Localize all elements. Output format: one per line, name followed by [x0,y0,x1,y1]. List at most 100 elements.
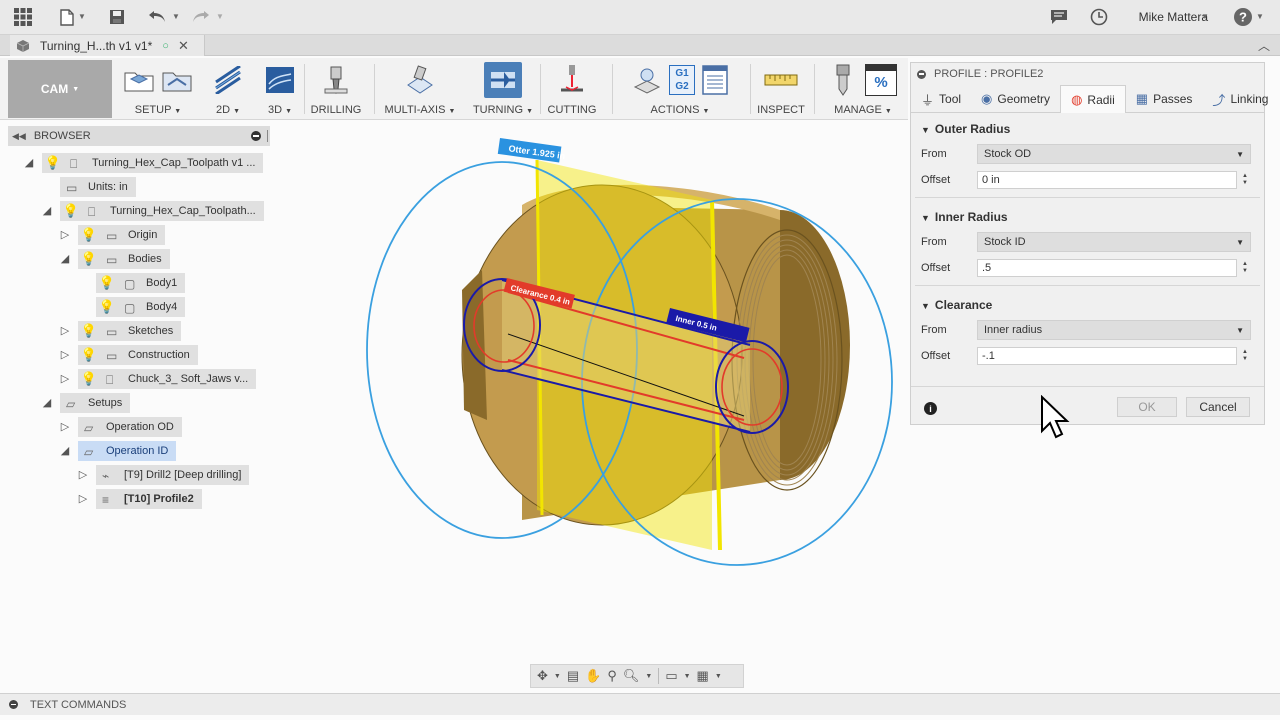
collapse-triangle-icon[interactable]: ◢ [59,252,71,265]
clearance-from-select[interactable]: Inner radius ▼ [977,320,1251,340]
tree-item-chuck[interactable]: 💡 ⎕ Chuck_3_ Soft_Jaws v... [78,369,257,389]
ok-button[interactable]: OK [1117,397,1177,417]
file-icon[interactable] [56,7,78,27]
display-settings-icon[interactable]: ▭ [665,668,677,684]
fit-zoom-icon[interactable]: 🔍︎ [623,668,640,684]
expand-triangle-icon[interactable]: ▷ [59,228,71,241]
zoom-icon[interactable]: ⚲ [607,668,617,684]
undo-icon[interactable] [146,7,168,27]
visibility-bulb-icon[interactable]: 💡 [81,251,97,266]
collapse-triangle-icon[interactable]: ◢ [59,444,71,457]
inner-radius-from-select[interactable]: Stock ID ▼ [977,232,1251,252]
file-menu-chevron-down-icon[interactable]: ▼ [78,12,86,21]
tree-item-units[interactable]: ▭ Units: in [60,177,136,197]
tree-item-setups[interactable]: ▱ Setups [60,393,131,413]
tree-item-root[interactable]: 💡 ⎕ Turning_Hex_Cap_Toolpath v1 ... [42,153,264,173]
collapse-triangle-icon[interactable]: ◢ [23,156,35,169]
expand-commands-icon[interactable] [9,700,18,709]
setup-group[interactable]: SETUP ▼ [118,58,198,120]
visibility-bulb-icon[interactable]: 💡 [81,227,97,242]
tree-item-body1[interactable]: 💡 ▢ Body1 [96,273,186,293]
collapse-triangle-icon[interactable]: ◢ [41,396,53,409]
tree-item-sketches[interactable]: 💡 ▭ Sketches [78,321,182,341]
manage-group[interactable]: % MANAGE ▼ [820,58,906,120]
expand-triangle-icon[interactable]: ▷ [59,324,71,337]
cancel-button[interactable]: Cancel [1186,397,1250,417]
tab-geometry[interactable]: ◉ Geometry [971,85,1060,113]
cutting-group[interactable]: CUTTING [546,58,598,120]
collapse-browser-icon[interactable]: ◀◀ [12,131,26,142]
orbit-icon[interactable]: ✥ [537,668,548,684]
offset-spinner-icon[interactable]: ▲ ▼ [1239,259,1251,277]
browser-resize-handle[interactable] [267,130,268,142]
offset-spinner-icon[interactable]: ▲ ▼ [1239,347,1251,365]
workspace-switcher[interactable]: CAM ▼ [8,60,112,118]
tree-item-construction[interactable]: 💡 ▭ Construction [78,345,198,365]
2d-group[interactable]: 2D ▼ [208,58,248,120]
user-menu-chevron-down-icon[interactable]: ▼ [1201,12,1209,21]
visibility-bulb-icon[interactable]: 💡 [99,275,115,290]
dialog-collapse-icon[interactable] [917,69,926,79]
zoom-chevron-down-icon[interactable]: ▼ [645,673,652,680]
tab-radii[interactable]: ◍ Radii [1060,85,1126,113]
outer-radius-from-select[interactable]: Stock OD ▼ [977,144,1251,164]
tree-item-origin[interactable]: 💡 ▭ Origin [78,225,166,245]
visibility-bulb-icon[interactable]: 💡 [45,155,61,170]
tree-item-drill2[interactable]: ⌁ [T9] Drill2 [Deep drilling] [96,465,250,485]
inner-radius-offset-input[interactable]: .5 [977,259,1237,277]
browser-minimize-icon[interactable] [251,131,261,141]
offset-spinner-icon[interactable]: ▲ ▼ [1239,171,1251,189]
inner-radius-section-header[interactable]: ▼ Inner Radius [921,210,1008,224]
turning-group[interactable]: TURNING ▼ [472,58,534,120]
3d-viewport[interactable]: Otter 1.925 in Clearance 0.4 in Inner 0.… [272,120,908,665]
comment-icon[interactable] [1048,7,1070,27]
user-name[interactable]: Mike Mattera [1139,10,1208,24]
browser-header[interactable]: ◀◀ BROWSER [8,126,270,146]
close-tab-icon[interactable]: ✕ [178,38,189,54]
inspect-group[interactable]: INSPECT [756,58,806,120]
multi-axis-group[interactable]: MULTI-AXIS ▼ [380,58,460,120]
tree-item-profile2[interactable]: ≡ [T10] Profile2 [96,489,202,509]
actions-group[interactable]: G1 G2 ACTIONS ▼ [618,58,742,120]
app-grid-icon[interactable] [12,7,34,27]
pan-hand-icon[interactable]: ✋ [585,668,601,684]
tree-item-operation-id[interactable]: ▱ Operation ID [78,441,177,461]
tree-item-body4[interactable]: 💡 ▢ Body4 [96,297,186,317]
redo-chevron-down-icon[interactable]: ▼ [216,12,224,21]
outer-radius-label[interactable]: Otter 1.925 in [497,138,567,163]
grid-chevron-down-icon[interactable]: ▼ [715,673,722,680]
tree-item-component[interactable]: 💡 ⎕ Turning_Hex_Cap_Toolpath... [60,201,264,221]
clearance-section-header[interactable]: ▼ Clearance [921,298,992,312]
orbit-chevron-down-icon[interactable]: ▼ [554,673,561,680]
clock-icon[interactable] [1088,7,1110,27]
redo-icon[interactable] [190,7,212,27]
clearance-offset-input[interactable]: -.1 [977,347,1237,365]
visibility-bulb-icon[interactable]: 💡 [81,347,97,362]
dialog-header[interactable]: PROFILE : PROFILE2 [911,63,1264,85]
turning-part-model[interactable]: Otter 1.925 in Clearance 0.4 in Inner 0.… [272,120,908,665]
display-chevron-down-icon[interactable]: ▼ [684,673,691,680]
outer-radius-offset-input[interactable]: 0 in [977,171,1237,189]
grid-icon[interactable]: ▦ [697,668,709,684]
collapse-triangle-icon[interactable]: ◢ [41,204,53,217]
tab-tool[interactable]: ⏚ Tool [911,85,971,113]
tab-passes[interactable]: ▦ Passes [1126,85,1203,113]
document-tab[interactable]: Turning_H...th v1 v1* ○ ✕ [10,35,205,56]
3d-group[interactable]: 3D ▼ [258,58,302,120]
outer-radius-section-header[interactable]: ▼ Outer Radius [921,122,1010,136]
tree-item-operation-od[interactable]: ▱ Operation OD [78,417,182,437]
visibility-bulb-icon[interactable]: 💡 [81,371,97,386]
tab-linking[interactable]: ⤴ Linking [1202,85,1278,113]
expand-triangle-icon[interactable]: ▷ [77,468,89,481]
expand-triangle-icon[interactable]: ▷ [59,348,71,361]
expand-triangle-icon[interactable]: ▷ [59,420,71,433]
visibility-bulb-icon[interactable]: 💡 [63,203,79,218]
visibility-bulb-icon[interactable]: 💡 [99,299,115,314]
expand-triangle-icon[interactable]: ▷ [59,372,71,385]
collapse-chevron-up-icon[interactable]: ︿ [1258,37,1270,54]
tree-item-bodies[interactable]: 💡 ▭ Bodies [78,249,170,269]
save-icon[interactable] [106,7,128,27]
drilling-group[interactable]: DRILLING [310,58,362,120]
visibility-bulb-icon[interactable]: 💡 [81,323,97,338]
info-icon[interactable]: i [924,402,937,415]
